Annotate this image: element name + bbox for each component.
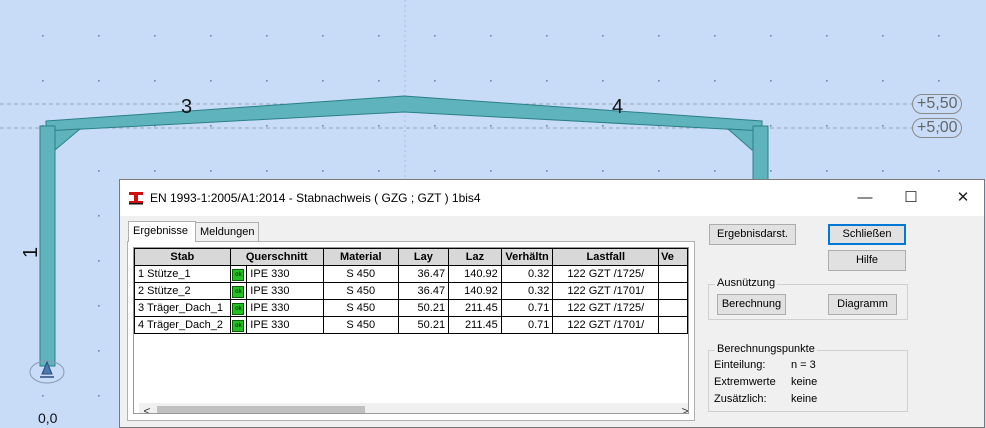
cell-material: S 450 bbox=[322, 316, 399, 334]
cell-lastfall: 122 GZT /1725/ bbox=[552, 299, 660, 317]
ausnutzung-group: Ausnützung Berechnung Diagramm bbox=[708, 277, 908, 320]
cell-lastfall: 122 GZT /1701/ bbox=[552, 316, 660, 334]
origin-coordinate-label: 0,0 bbox=[38, 410, 58, 426]
cell-lay: 36.47 bbox=[397, 265, 450, 283]
cell-material: S 450 bbox=[322, 299, 399, 317]
berechnungspunkte-group: Berechnungspunkte Einteilung: n = 3 Extr… bbox=[708, 343, 908, 412]
col-header-laz[interactable]: Laz bbox=[448, 248, 502, 266]
berechnungspunkte-group-title: Berechnungspunkte bbox=[715, 343, 817, 355]
cell-ve bbox=[658, 299, 688, 317]
col-header-lay[interactable]: Lay bbox=[397, 248, 450, 266]
cell-stab: 2 Stütze_2 bbox=[134, 282, 231, 300]
tab-ergebnisse[interactable]: Ergebnisse bbox=[128, 221, 196, 242]
status-ok-icon: ok bbox=[232, 286, 245, 298]
member-label-3: 3 bbox=[181, 96, 193, 118]
zusaetzlich-label: Zusätzlich: bbox=[714, 393, 767, 405]
stabnachweis-dialog: EN 1993-1:2005/A1:2014 - Stabnachweis ( … bbox=[119, 179, 985, 428]
cell-material: S 450 bbox=[322, 282, 399, 300]
minimize-button[interactable]: — bbox=[842, 180, 888, 216]
cell-verhaeltnis: 0.32 bbox=[500, 282, 554, 300]
col-header-lastfall[interactable]: Lastfall bbox=[552, 248, 660, 266]
cell-laz: 140.92 bbox=[448, 282, 502, 300]
results-table: Stab Querschnitt Material Lay Laz Verhäl… bbox=[134, 248, 688, 334]
scroll-thumb[interactable] bbox=[157, 406, 365, 413]
cell-stab: 3 Träger_Dach_1 bbox=[134, 299, 231, 317]
cell-verhaeltnis: 0.71 bbox=[500, 299, 554, 317]
results-panel: Stab Querschnitt Material Lay Laz Verhäl… bbox=[127, 241, 695, 421]
diagramm-button[interactable]: Diagramm bbox=[828, 294, 897, 315]
member-label-4: 4 bbox=[612, 96, 624, 118]
close-button[interactable]: ✕ bbox=[940, 180, 986, 216]
maximize-button[interactable]: ☐ bbox=[888, 180, 934, 216]
table-row[interactable]: 3 Träger_Dach_1 ok IPE 330 S 450 50.21 2… bbox=[134, 299, 688, 317]
einteilung-value: n = 3 bbox=[791, 359, 816, 371]
dialog-title: EN 1993-1:2005/A1:2014 - Stabnachweis ( … bbox=[150, 191, 481, 205]
cell-material: S 450 bbox=[322, 265, 399, 283]
ergebnisdarstellung-button[interactable]: Ergebnisdarst. bbox=[709, 224, 796, 245]
hilfe-button[interactable]: Hilfe bbox=[828, 250, 906, 271]
einteilung-label: Einteilung: bbox=[714, 359, 766, 371]
schliessen-button[interactable]: Schließen bbox=[828, 224, 906, 245]
col-header-stab[interactable]: Stab bbox=[134, 248, 231, 266]
results-grid[interactable]: Stab Querschnitt Material Lay Laz Verhäl… bbox=[133, 247, 689, 414]
member-label-1: 1 bbox=[20, 246, 42, 258]
cell-lay: 50.21 bbox=[397, 316, 450, 334]
cell-laz: 211.45 bbox=[448, 299, 502, 317]
status-ok-icon: ok bbox=[232, 303, 245, 315]
table-header-row: Stab Querschnitt Material Lay Laz Verhäl… bbox=[134, 248, 688, 266]
cell-lay: 50.21 bbox=[397, 299, 450, 317]
horizontal-scrollbar[interactable]: < > bbox=[139, 403, 688, 413]
cell-lastfall: 122 GZT /1701/ bbox=[552, 282, 660, 300]
status-ok-icon: ok bbox=[232, 320, 245, 332]
table-row[interactable]: 1 Stütze_1 ok IPE 330 S 450 36.47 140.92… bbox=[134, 265, 688, 283]
cell-querschnitt: IPE 330 bbox=[246, 282, 324, 300]
extremwerte-value: keine bbox=[791, 376, 818, 388]
col-header-ve[interactable]: Ve bbox=[658, 248, 688, 266]
scroll-right-icon[interactable]: > bbox=[677, 404, 688, 413]
cell-querschnitt: IPE 330 bbox=[246, 265, 324, 283]
col-header-querschnitt[interactable]: Querschnitt bbox=[229, 248, 324, 266]
cell-ve bbox=[658, 282, 688, 300]
col-header-material[interactable]: Material bbox=[322, 248, 399, 266]
dialog-titlebar[interactable]: EN 1993-1:2005/A1:2014 - Stabnachweis ( … bbox=[120, 180, 984, 216]
cell-lastfall: 122 GZT /1725/ bbox=[552, 265, 660, 283]
cell-laz: 140.92 bbox=[448, 265, 502, 283]
col-header-verhaeltnis[interactable]: Verhältn bbox=[500, 248, 554, 266]
table-row[interactable]: 4 Träger_Dach_2 ok IPE 330 S 450 50.21 2… bbox=[134, 316, 688, 334]
level-tag-550: +5,50 bbox=[912, 94, 963, 114]
cell-ve bbox=[658, 316, 688, 334]
berechnung-button[interactable]: Berechnung bbox=[717, 294, 786, 315]
cell-verhaeltnis: 0.32 bbox=[500, 265, 554, 283]
level-tag-500: +5,00 bbox=[912, 118, 963, 138]
zusaetzlich-value: keine bbox=[791, 393, 818, 405]
extremwerte-label: Extremwerte bbox=[714, 376, 776, 388]
cell-lay: 36.47 bbox=[397, 282, 450, 300]
cell-ve bbox=[658, 265, 688, 283]
status-ok-icon: ok bbox=[232, 269, 245, 281]
ausnutzung-group-title: Ausnützung bbox=[715, 277, 778, 289]
cell-stab: 4 Träger_Dach_2 bbox=[134, 316, 231, 334]
app-icon bbox=[129, 192, 143, 205]
table-row[interactable]: 2 Stütze_2 ok IPE 330 S 450 36.47 140.92… bbox=[134, 282, 688, 300]
cell-verhaeltnis: 0.71 bbox=[500, 316, 554, 334]
cell-querschnitt: IPE 330 bbox=[246, 299, 324, 317]
tab-meldungen[interactable]: Meldungen bbox=[195, 222, 259, 241]
cell-stab: 1 Stütze_1 bbox=[134, 265, 231, 283]
scroll-left-icon[interactable]: < bbox=[139, 404, 155, 413]
cell-querschnitt: IPE 330 bbox=[246, 316, 324, 334]
member-column-2[interactable] bbox=[752, 125, 769, 187]
cell-laz: 211.45 bbox=[448, 316, 502, 334]
